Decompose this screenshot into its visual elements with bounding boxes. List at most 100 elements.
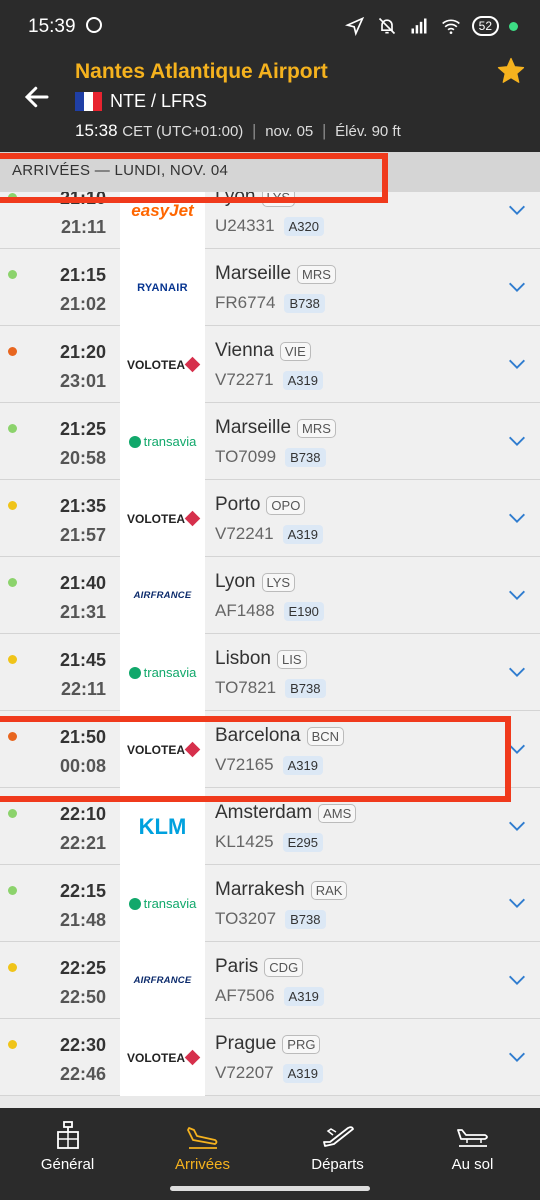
scheduled-time: 22:10 xyxy=(59,804,106,824)
arrival-plane-icon xyxy=(186,1126,217,1149)
flight-row[interactable]: 21:20 23:01 VOLOTEA Vienna VIE V72271 A319 xyxy=(0,326,540,403)
back-arrow-icon[interactable] xyxy=(22,82,52,112)
iata-badge: MRS xyxy=(297,264,336,284)
favorite-star-icon[interactable] xyxy=(496,56,526,86)
airline-logo: RYANAIR xyxy=(120,249,205,326)
arrivals-list[interactable]: 21:10 21:11 easyJet Lyon LYS U24331 A320 21:15 2… xyxy=(0,192,540,1108)
flight-row[interactable]: 21:45 22:11 transavia Lisbon LIS TO7821 B738 xyxy=(0,634,540,711)
status-dot xyxy=(8,886,17,895)
flight-row[interactable]: 22:15 21:48 transavia Marrakesh RAK TO3207 B73… xyxy=(0,865,540,942)
flight-row[interactable]: 22:30 22:46 VOLOTEA Prague PRG V72207 A319 xyxy=(0,1019,540,1096)
flight-row[interactable]: 21:15 21:02 RYANAIR Marseille MRS FR6774 B738 xyxy=(0,249,540,326)
actual-time: 23:01 xyxy=(59,371,106,391)
flight-row[interactable]: 21:40 21:31 AIRFRANCE Lyon LYS AF1488 E190 xyxy=(0,557,540,634)
airport-header: Nantes Atlantique Airport NTE / LFRS 15:… xyxy=(0,52,540,152)
status-dot xyxy=(8,347,17,356)
origin-city: Marseille MRS xyxy=(215,417,336,439)
chevron-down-icon[interactable] xyxy=(506,1046,528,1068)
airline-logo: VOLOTEA xyxy=(120,711,205,788)
actual-time: 22:46 xyxy=(59,1064,106,1084)
signal-icon xyxy=(408,15,430,37)
aircraft-badge: E295 xyxy=(282,832,323,852)
airfrance-logo: AIRFRANCE xyxy=(133,975,192,986)
flight-info: TO3207 B738 xyxy=(215,909,326,929)
notification-icon xyxy=(86,17,102,33)
airline-logo: KLM xyxy=(120,788,205,865)
iata-badge: CDG xyxy=(264,957,304,977)
actual-time: 22:21 xyxy=(59,833,106,853)
aircraft-badge: A320 xyxy=(283,216,324,236)
section-label: ARRIVÉES — LUNDI, NOV. 04 xyxy=(12,162,229,179)
flight-info: AF1488 E190 xyxy=(215,601,324,621)
scheduled-time: 22:15 xyxy=(59,881,106,901)
status-dot xyxy=(8,963,17,972)
scheduled-time: 21:20 xyxy=(59,342,106,362)
status-dot xyxy=(8,732,17,741)
volotea-logo: VOLOTEA xyxy=(127,356,201,373)
origin-city: Marseille MRS xyxy=(215,263,336,285)
origin-city: Lisbon LIS xyxy=(215,648,307,670)
chevron-down-icon[interactable] xyxy=(506,353,528,375)
chevron-down-icon[interactable] xyxy=(506,815,528,837)
iata-badge: LYS xyxy=(261,192,296,207)
chevron-down-icon[interactable] xyxy=(506,430,528,452)
flight-info: TO7099 B738 xyxy=(215,447,326,467)
actual-time: 22:50 xyxy=(59,987,106,1007)
chevron-down-icon[interactable] xyxy=(506,199,528,221)
chevron-down-icon[interactable] xyxy=(506,738,528,760)
city-name: Lyon xyxy=(215,192,256,207)
flight-row[interactable]: 22:25 22:50 AIRFRANCE Paris CDG AF7506 A319 xyxy=(0,942,540,1019)
tab-departures[interactable]: Départs xyxy=(270,1108,405,1184)
volotea-logo: VOLOTEA xyxy=(127,510,201,527)
chevron-down-icon[interactable] xyxy=(506,661,528,683)
iata-badge: VIE xyxy=(279,341,311,361)
airline-logo: VOLOTEA xyxy=(120,326,205,403)
scheduled-time: 21:50 xyxy=(59,727,106,747)
flight-row[interactable]: 21:25 20:58 transavia Marseille MRS TO7099 B73… xyxy=(0,403,540,480)
actual-time: 21:31 xyxy=(59,602,106,622)
aircraft-badge: A319 xyxy=(282,755,323,775)
status-dot xyxy=(8,501,17,510)
aircraft-badge: A319 xyxy=(282,524,323,544)
status-time: 15:39 xyxy=(28,16,76,37)
city-name: Vienna xyxy=(215,340,274,361)
flight-number: FR6774 xyxy=(215,293,276,312)
chevron-down-icon[interactable] xyxy=(506,276,528,298)
flight-number: TO7821 xyxy=(215,678,277,697)
gesture-handle[interactable] xyxy=(170,1186,370,1191)
tab-label: Départs xyxy=(311,1155,364,1173)
tab-on-ground[interactable]: Au sol xyxy=(405,1108,540,1184)
chevron-down-icon[interactable] xyxy=(506,507,528,529)
flight-number: U24331 xyxy=(215,216,275,235)
ground-plane-icon xyxy=(456,1128,488,1147)
ryanair-logo: RYANAIR xyxy=(137,281,188,294)
origin-city: Paris CDG xyxy=(215,956,304,978)
aircraft-badge: B738 xyxy=(284,293,325,313)
airline-logo: transavia xyxy=(120,403,205,480)
status-dot xyxy=(8,424,17,433)
tab-general[interactable]: Général xyxy=(0,1108,135,1184)
flight-row[interactable]: 21:50 00:08 VOLOTEA Barcelona BCN V72165 A319 xyxy=(0,711,540,788)
chevron-down-icon[interactable] xyxy=(506,892,528,914)
airline-logo: easyJet xyxy=(120,192,205,249)
separator: | xyxy=(322,121,327,140)
flight-row[interactable]: 21:35 21:57 VOLOTEA Porto OPO V72241 A319 xyxy=(0,480,540,557)
flight-info: AF7506 A319 xyxy=(215,986,324,1006)
scheduled-time: 21:35 xyxy=(59,496,106,516)
flight-row[interactable]: 21:10 21:11 easyJet Lyon LYS U24331 A320 xyxy=(0,192,540,249)
city-name: Paris xyxy=(215,956,259,977)
transavia-logo: transavia xyxy=(128,896,196,911)
aircraft-badge: B738 xyxy=(285,678,326,698)
aircraft-badge: B738 xyxy=(285,447,326,467)
chevron-down-icon[interactable] xyxy=(506,969,528,991)
tab-label: Arrivées xyxy=(174,1155,230,1173)
timezone: CET (UTC+01:00) xyxy=(122,123,244,140)
aircraft-badge: E190 xyxy=(283,601,324,621)
tab-arrivals[interactable]: Arrivées xyxy=(135,1108,270,1184)
flight-number: V72271 xyxy=(215,370,274,389)
status-dot xyxy=(8,1040,17,1049)
chevron-down-icon[interactable] xyxy=(506,584,528,606)
flight-row[interactable]: 22:10 22:21 KLM Amsterdam AMS KL1425 E295 xyxy=(0,788,540,865)
city-name: Marseille xyxy=(215,417,292,438)
easyjet-logo: easyJet xyxy=(131,200,194,220)
